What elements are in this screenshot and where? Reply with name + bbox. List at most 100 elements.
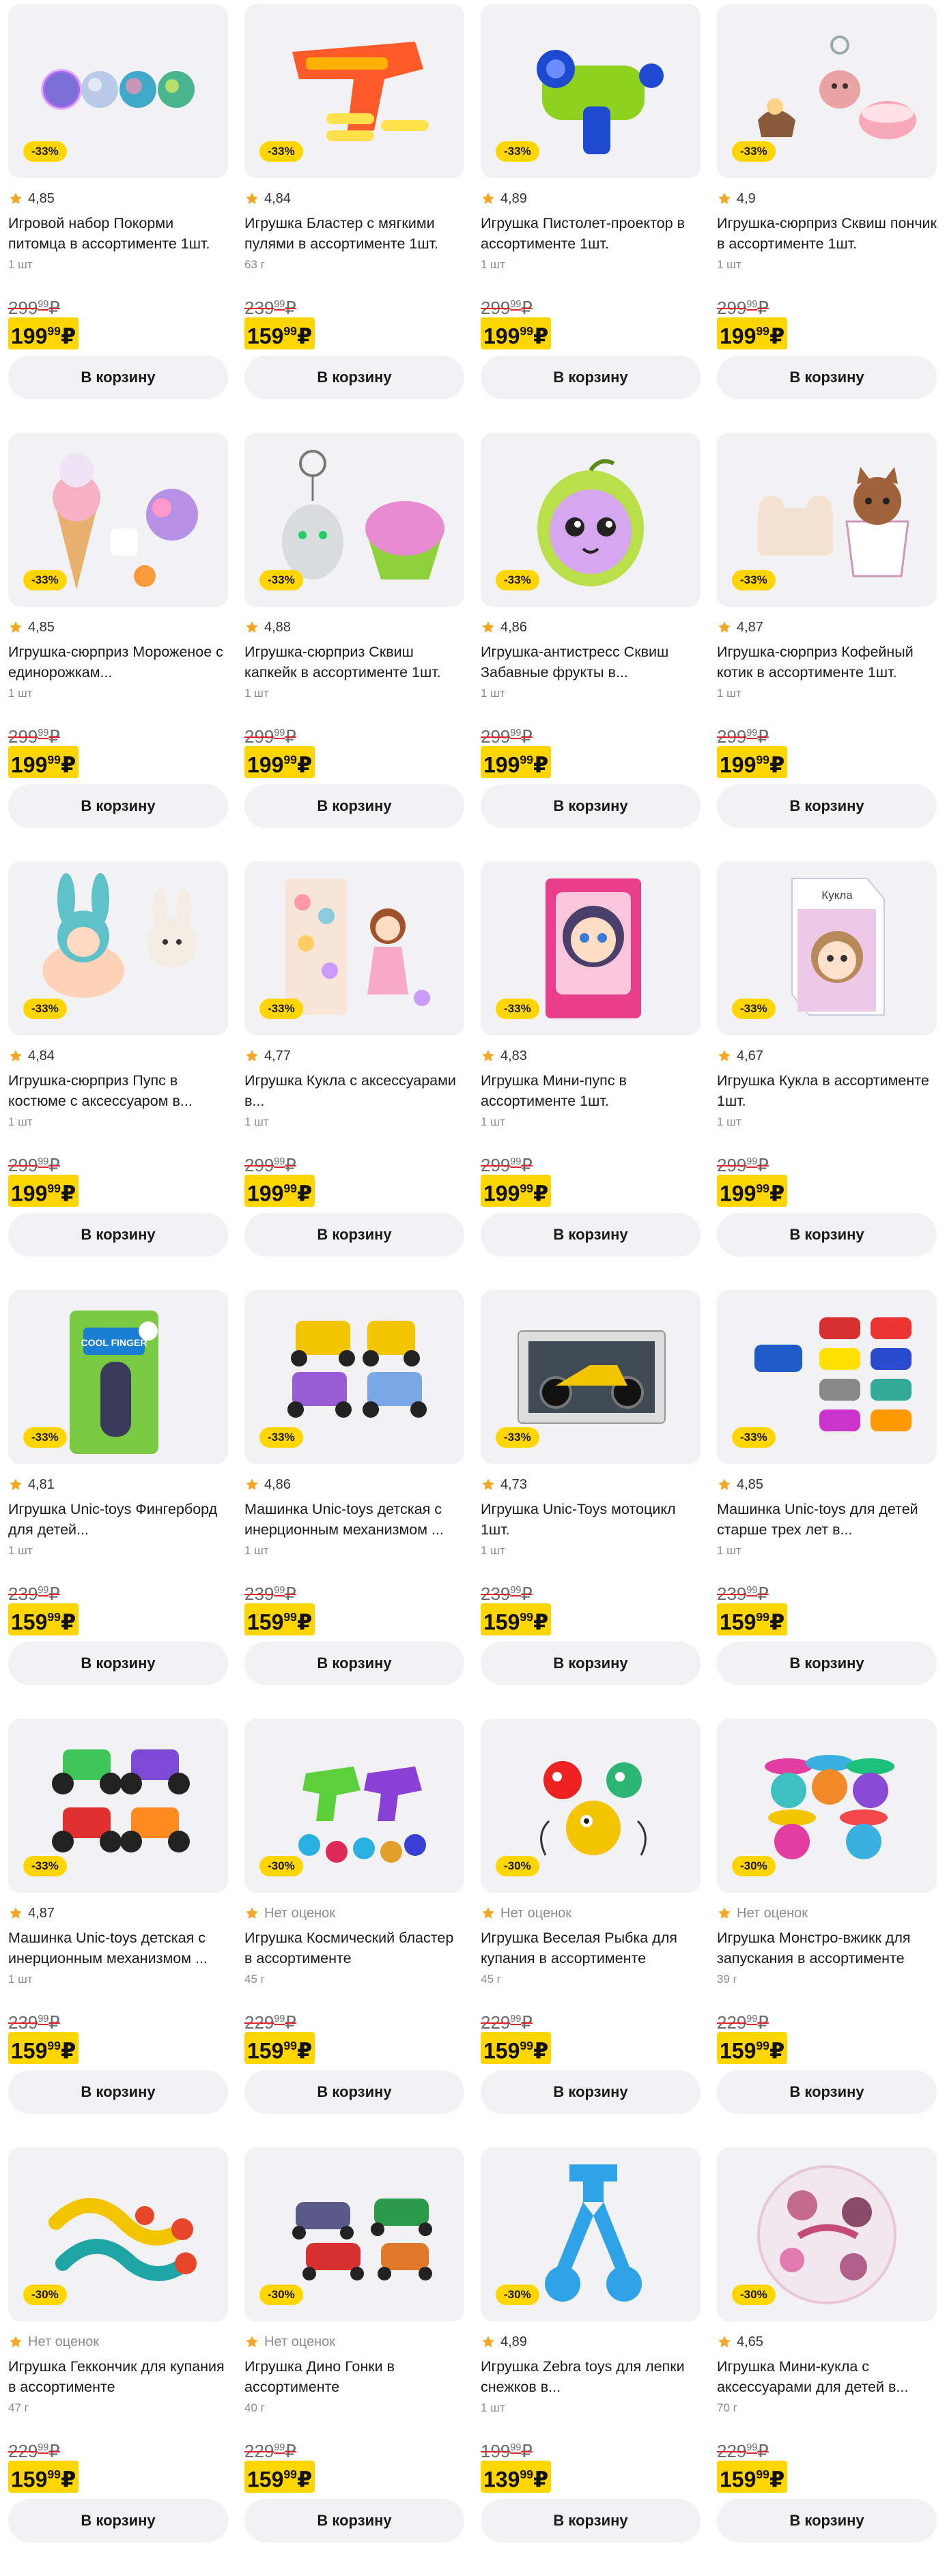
product-card[interactable]: -30% Нет оценок Игрушка Космический блас… — [244, 1719, 464, 2147]
product-image[interactable]: -30% — [244, 1719, 464, 1893]
product-title[interactable]: Игрушка-сюрприз Сквиш пончик в ассортиме… — [717, 213, 937, 254]
product-title[interactable]: Игрушка Монстро-вжикк для запускания в а… — [717, 1928, 937, 1969]
product-title[interactable]: Игрушка Кукла в ассортименте 1шт. — [717, 1070, 937, 1111]
product-card[interactable]: -30% Нет оценок Игрушка Геккончик для ку… — [8, 2147, 228, 2576]
product-card[interactable]: -33% 4,83 Игрушка Мини-пупс в ассортимен… — [481, 861, 701, 1290]
product-title[interactable]: Машинка Unic-toys детская с инерционным … — [8, 1928, 228, 1969]
product-card[interactable]: -30% Нет оценок Игрушка Монстро-вжикк дл… — [717, 1719, 937, 2147]
product-title[interactable]: Игрушка Веселая Рыбка для купания в ассо… — [481, 1928, 701, 1969]
product-card[interactable]: -30% Нет оценок Игрушка Дино Гонки в асс… — [244, 2147, 464, 2576]
add-to-cart-button[interactable]: В корзину — [244, 1642, 464, 1685]
product-title[interactable]: Игрушка-антистресс Сквиш Забавные фрукты… — [481, 642, 701, 683]
product-image[interactable]: Кукла -33% — [717, 861, 937, 1035]
add-to-cart-button[interactable]: В корзину — [8, 784, 228, 828]
product-image[interactable]: -33% — [8, 861, 228, 1035]
product-card[interactable]: -30% 4,65 Игрушка Мини-кукла с аксессуар… — [717, 2147, 937, 2576]
product-card[interactable]: -33% 4,85 Игровой набор Покорми питомца … — [8, 4, 228, 433]
old-price-cents: 99 — [38, 728, 49, 739]
product-card[interactable]: -33% 4,87 Машинка Unic-toys детская с ин… — [8, 1719, 228, 2147]
product-image[interactable]: -33% — [717, 1290, 937, 1464]
product-image[interactable]: -30% — [717, 2147, 937, 2321]
product-image[interactable]: -33% — [8, 4, 228, 178]
add-to-cart-button[interactable]: В корзину — [717, 784, 937, 828]
product-title[interactable]: Игровой набор Покорми питомца в ассортим… — [8, 213, 228, 254]
add-to-cart-button[interactable]: В корзину — [8, 2499, 228, 2543]
add-to-cart-button[interactable]: В корзину — [717, 2499, 937, 2543]
product-title[interactable]: Игрушка Мини-кукла с аксессуарами для де… — [717, 2356, 937, 2397]
add-to-cart-button[interactable]: В корзину — [717, 1213, 937, 1257]
product-card[interactable]: -30% Нет оценок Игрушка Веселая Рыбка дл… — [481, 1719, 701, 2147]
product-title[interactable]: Игрушка Дино Гонки в ассортименте — [244, 2356, 464, 2397]
add-to-cart-button[interactable]: В корзину — [8, 356, 228, 399]
product-title[interactable]: Игрушка Пистолет-проектор в ассортименте… — [481, 213, 701, 254]
product-image[interactable]: -33% — [8, 1719, 228, 1893]
add-to-cart-button[interactable]: В корзину — [481, 784, 701, 828]
product-image[interactable]: -33% — [244, 861, 464, 1035]
product-title[interactable]: Игрушка-сюрприз Мороженое с единорожкам.… — [8, 642, 228, 683]
product-image[interactable]: -33% — [244, 4, 464, 178]
add-to-cart-button[interactable]: В корзину — [481, 1642, 701, 1685]
add-to-cart-button[interactable]: В корзину — [244, 2070, 464, 2114]
product-card[interactable]: -33% 4,85 Машинка Unic-toys для детей ст… — [717, 1290, 937, 1719]
product-image[interactable]: -33% — [717, 433, 937, 607]
product-card[interactable]: -33% 4,77 Игрушка Кукла с аксессуарами в… — [244, 861, 464, 1290]
product-card[interactable]: -33% 4,89 Игрушка Пистолет-проектор в ас… — [481, 4, 701, 433]
product-title[interactable]: Игрушка-сюрприз Сквиш капкейк в ассортим… — [244, 642, 464, 683]
product-card[interactable]: -30% 4,89 Игрушка Zebra toys для лепки с… — [481, 2147, 701, 2576]
product-title[interactable]: Игрушка Unic-Toys мотоцикл 1шт. — [481, 1499, 701, 1540]
product-image[interactable]: -33% — [481, 1290, 701, 1464]
add-to-cart-button[interactable]: В корзину — [244, 1213, 464, 1257]
product-card[interactable]: -33% 4,73 Игрушка Unic-Toys мотоцикл 1шт… — [481, 1290, 701, 1719]
product-card[interactable]: -33% 4,87 Игрушка-сюрприз Кофейный котик… — [717, 433, 937, 861]
add-to-cart-button[interactable]: В корзину — [481, 2499, 701, 2543]
product-card[interactable]: -33% 4,9 Игрушка-сюрприз Сквиш пончик в … — [717, 4, 937, 433]
add-to-cart-button[interactable]: В корзину — [481, 2070, 701, 2114]
product-card[interactable]: -33% 4,86 Игрушка-антистресс Сквиш Забав… — [481, 433, 701, 861]
product-title[interactable]: Игрушка Zebra toys для лепки снежков в..… — [481, 2356, 701, 2397]
product-image[interactable]: -33% — [717, 4, 937, 178]
old-price-main: 229 — [481, 2012, 511, 2033]
add-to-cart-button[interactable]: В корзину — [481, 356, 701, 399]
add-to-cart-button[interactable]: В корзину — [244, 2499, 464, 2543]
product-image[interactable]: -30% — [481, 2147, 701, 2321]
product-title[interactable]: Игрушка Геккончик для купания в ассортим… — [8, 2356, 228, 2397]
product-title[interactable]: Игрушка-сюрприз Кофейный котик в ассорти… — [717, 642, 937, 683]
product-title[interactable]: Игрушка-сюрприз Пупс в костюме с аксессу… — [8, 1070, 228, 1111]
add-to-cart-button[interactable]: В корзину — [717, 2070, 937, 2114]
currency-sign: ₽ — [769, 324, 785, 349]
product-card[interactable]: Кукла -33% 4,67 Игрушка Кукла в ассортим… — [717, 861, 937, 1290]
product-title[interactable]: Игрушка Бластер с мягкими пулями в ассор… — [244, 213, 464, 254]
product-image[interactable]: -33% — [8, 433, 228, 607]
product-image[interactable]: -33% — [244, 433, 464, 607]
product-image[interactable]: -33% — [481, 4, 701, 178]
add-to-cart-button[interactable]: В корзину — [717, 1642, 937, 1685]
add-to-cart-button[interactable]: В корзину — [8, 1642, 228, 1685]
product-card[interactable]: -33% 4,85 Игрушка-сюрприз Мороженое с ед… — [8, 433, 228, 861]
product-image[interactable]: -30% — [8, 2147, 228, 2321]
product-card[interactable]: -33% 4,86 Машинка Unic-toys детская с ин… — [244, 1290, 464, 1719]
add-to-cart-button[interactable]: В корзину — [8, 2070, 228, 2114]
old-price-cents: 99 — [510, 1156, 522, 1167]
product-title[interactable]: Машинка Unic-toys детская с инерционным … — [244, 1499, 464, 1540]
add-to-cart-button[interactable]: В корзину — [717, 356, 937, 399]
product-card[interactable]: -33% 4,88 Игрушка-сюрприз Сквиш капкейк … — [244, 433, 464, 861]
product-image[interactable]: -33% — [481, 861, 701, 1035]
product-image[interactable]: -30% — [481, 1719, 701, 1893]
product-image[interactable]: -33% — [244, 1290, 464, 1464]
product-card[interactable]: -33% 4,84 Игрушка Бластер с мягкими пуля… — [244, 4, 464, 433]
product-card[interactable]: -33% 4,84 Игрушка-сюрприз Пупс в костюме… — [8, 861, 228, 1290]
product-image[interactable]: -30% — [717, 1719, 937, 1893]
add-to-cart-button[interactable]: В корзину — [8, 1213, 228, 1257]
add-to-cart-button[interactable]: В корзину — [244, 356, 464, 399]
product-title[interactable]: Игрушка Космический бластер в ассортимен… — [244, 1928, 464, 1969]
product-image[interactable]: -30% — [244, 2147, 464, 2321]
product-card[interactable]: COOL FINGER -33% 4,81 Игрушка Unic-toys … — [8, 1290, 228, 1719]
product-image[interactable]: COOL FINGER -33% — [8, 1290, 228, 1464]
add-to-cart-button[interactable]: В корзину — [244, 784, 464, 828]
product-title[interactable]: Машинка Unic-toys для детей старше трех … — [717, 1499, 937, 1540]
add-to-cart-button[interactable]: В корзину — [481, 1213, 701, 1257]
product-title[interactable]: Игрушка Кукла с аксессуарами в... — [244, 1070, 464, 1111]
product-title[interactable]: Игрушка Мини-пупс в ассортименте 1шт. — [481, 1070, 701, 1111]
product-title[interactable]: Игрушка Unic-toys Фингерборд для детей..… — [8, 1499, 228, 1540]
product-image[interactable]: -33% — [481, 433, 701, 607]
